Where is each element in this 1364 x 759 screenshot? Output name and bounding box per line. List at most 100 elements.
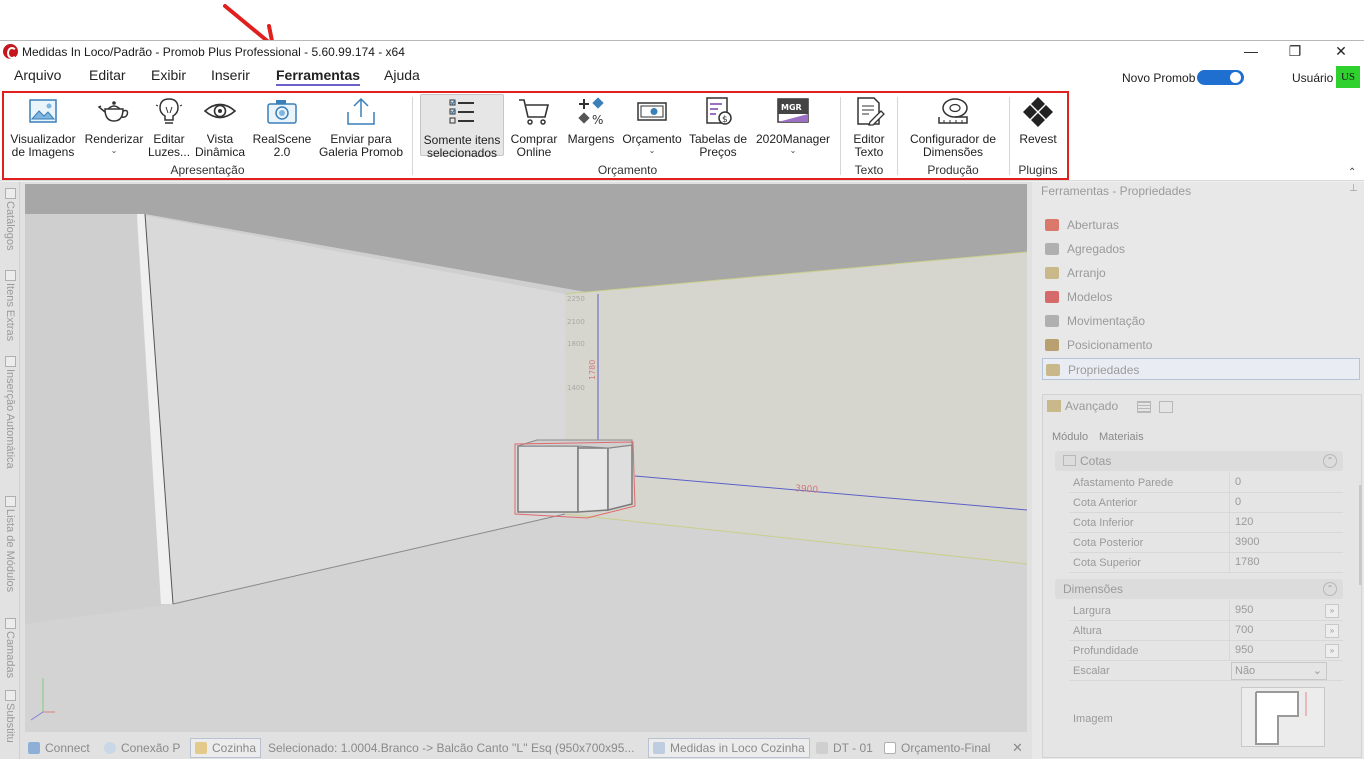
- left-dock: Catálogos Itens Extras Inserção Automáti…: [0, 182, 20, 759]
- group-label-texto: Texto: [854, 163, 884, 177]
- prop-row[interactable]: Afastamento Parede 0: [1069, 473, 1343, 493]
- tab-materiais[interactable]: Materiais: [1099, 431, 1144, 443]
- group-label-apresentacao: Apresentação: [170, 163, 245, 177]
- corner-cabinet[interactable]: [514, 439, 636, 519]
- openings-icon: [1045, 219, 1059, 231]
- prop-row[interactable]: Cota Anterior 0: [1069, 493, 1343, 513]
- configurador-dimensoes-button[interactable]: Configurador de Dimensões: [904, 95, 1002, 159]
- cozinha-folder[interactable]: Cozinha: [190, 738, 262, 758]
- user-label[interactable]: Usuário: [1292, 71, 1333, 85]
- revest-button[interactable]: Revest: [1014, 95, 1062, 146]
- chevron-down-icon: ⌄: [789, 146, 797, 155]
- chevron-down-icon: ⌄: [648, 146, 656, 155]
- expand-button[interactable]: »: [1325, 624, 1339, 638]
- connect-status[interactable]: Connect: [28, 741, 90, 755]
- tab-dt-01[interactable]: DT - 01: [816, 741, 873, 755]
- pin-icon[interactable]: ⊥: [1349, 183, 1358, 194]
- renderizar-button[interactable]: Renderizar ⌄: [84, 95, 144, 155]
- menu-inserir[interactable]: Inserir: [211, 67, 250, 83]
- panel-item-agregados[interactable]: Agregados: [1042, 238, 1360, 260]
- section-dimensoes[interactable]: Dimensões ⌃: [1055, 579, 1343, 599]
- replace-icon: [4, 690, 16, 701]
- prop-row[interactable]: Cota Posterior 3900: [1069, 533, 1343, 553]
- dock-tab-catalogos[interactable]: Catálogos: [2, 188, 18, 251]
- menu-editar[interactable]: Editar: [89, 67, 126, 83]
- menu-ferramentas[interactable]: Ferramentas: [276, 67, 361, 86]
- prop-row[interactable]: Cota Superior 1780: [1069, 553, 1343, 573]
- collapse-icon[interactable]: ⌃: [1323, 454, 1337, 468]
- dimension-label: 1780: [588, 360, 597, 380]
- close-button[interactable]: ✕: [1318, 41, 1364, 63]
- teapot-icon: [97, 101, 129, 122]
- menu-exibir[interactable]: Exibir: [151, 67, 186, 83]
- auto-insert-icon: [4, 356, 16, 367]
- panel-item-aberturas[interactable]: Aberturas: [1042, 214, 1360, 236]
- corner-shape-icon: [1255, 691, 1307, 745]
- section-cotas[interactable]: Cotas ⌃: [1055, 451, 1343, 471]
- catalog-icon: [4, 188, 16, 199]
- dock-tab-camadas[interactable]: Camadas: [2, 618, 18, 678]
- prop-row[interactable]: Escalar Não ⌄: [1069, 661, 1343, 681]
- user-avatar[interactable]: US: [1336, 66, 1360, 88]
- scrollbar[interactable]: [1359, 485, 1362, 585]
- prop-row[interactable]: Profundidade 950»: [1069, 641, 1343, 661]
- novo-promob-toggle[interactable]: [1197, 70, 1244, 85]
- panel-item-propriedades[interactable]: Propriedades: [1042, 358, 1360, 380]
- panel-item-posicionamento[interactable]: Posicionamento: [1042, 334, 1360, 356]
- enviar-galeria-button[interactable]: Enviar para Galeria Promob: [316, 95, 406, 159]
- camera-icon: [267, 100, 297, 124]
- tabelas-precos-button[interactable]: $ Tabelas de Preços: [688, 95, 748, 159]
- dock-tab-itens-extras[interactable]: Itens Extras: [2, 270, 18, 341]
- escalar-select[interactable]: Não ⌄: [1231, 662, 1327, 680]
- cart-icon: [519, 99, 550, 125]
- document-icon: [816, 742, 828, 754]
- close-tab-button[interactable]: ✕: [1012, 740, 1023, 756]
- vista-dinamica-button[interactable]: Vista Dinâmica: [194, 95, 246, 159]
- 2020manager-button[interactable]: MGR 2020Manager ⌄: [754, 95, 832, 155]
- editar-luzes-button[interactable]: Editar Luzes...: [148, 95, 190, 159]
- app-window: Medidas In Loco/Padrão - Promob Plus Pro…: [0, 40, 1364, 759]
- panel-item-arranjo[interactable]: Arranjo: [1042, 262, 1360, 284]
- expand-button[interactable]: »: [1325, 604, 1339, 618]
- somente-itens-selecionados-button[interactable]: Somente itens selecionados: [420, 94, 504, 160]
- layers-icon: [4, 618, 16, 629]
- menu-arquivo[interactable]: Arquivo: [14, 67, 61, 83]
- collapse-icon[interactable]: ⌃: [1323, 582, 1337, 596]
- panel-item-movimentacao[interactable]: Movimentação: [1042, 310, 1360, 332]
- 3d-viewport[interactable]: 2250 2100 1800 1400 1780 3900: [25, 184, 1027, 732]
- grid-view-icon[interactable]: [1159, 401, 1173, 413]
- models-icon: [1045, 291, 1059, 303]
- editor-texto-button[interactable]: Editor Texto: [846, 95, 892, 159]
- extras-icon: [4, 270, 16, 281]
- prop-row[interactable]: Cota Inferior 120: [1069, 513, 1343, 533]
- expand-button[interactable]: »: [1325, 644, 1339, 658]
- margens-button[interactable]: % Margens: [566, 95, 616, 146]
- restore-button[interactable]: ❐: [1272, 41, 1318, 63]
- minimize-button[interactable]: —: [1228, 41, 1274, 63]
- panel-title: Ferramentas - Propriedades: [1041, 184, 1192, 198]
- orcamento-button[interactable]: Orçamento ⌄: [620, 95, 684, 155]
- panel-item-modelos[interactable]: Modelos: [1042, 286, 1360, 308]
- ruler-label: 1400: [567, 384, 585, 392]
- group-label-orcamento: Orçamento: [597, 163, 658, 177]
- tab-orcamento-final[interactable]: Orçamento-Final: [884, 741, 990, 755]
- tab-modulo[interactable]: Módulo: [1052, 431, 1088, 443]
- list-view-icon[interactable]: [1137, 401, 1151, 413]
- collapse-ribbon-icon[interactable]: ⌃: [1348, 167, 1356, 178]
- tab-medidas-in-loco-cozinha[interactable]: Medidas in Loco Cozinha: [648, 738, 810, 758]
- dock-tab-lista-modulos[interactable]: Lista de Módulos: [2, 496, 18, 592]
- diamond-tiles-icon: [1023, 97, 1053, 127]
- menu-ajuda[interactable]: Ajuda: [384, 67, 420, 83]
- realscene-button[interactable]: RealScene 2.0: [252, 95, 312, 159]
- prop-row[interactable]: Largura 950»: [1069, 601, 1343, 621]
- advanced-icon: [1047, 400, 1061, 412]
- prop-row[interactable]: Altura 700»: [1069, 621, 1343, 641]
- properties-panel: Ferramentas - Propriedades ⊥ Aberturas A…: [1032, 182, 1364, 759]
- dock-tab-substituir[interactable]: Substitu: [2, 690, 18, 743]
- conexao-status[interactable]: Conexão P: [104, 741, 180, 755]
- comprar-online-button[interactable]: Comprar Online: [508, 95, 560, 159]
- visualizador-imagens-button[interactable]: Visualizador de Imagens: [8, 95, 78, 159]
- module-list-icon: [4, 496, 16, 507]
- dock-tab-insercao-automatica[interactable]: Inserção Automática: [2, 356, 18, 469]
- advanced-header[interactable]: Avançado: [1047, 399, 1118, 413]
